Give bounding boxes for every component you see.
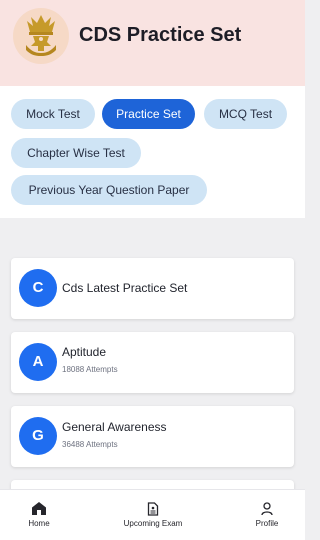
tab-practice-set[interactable]: Practice Set: [102, 99, 195, 129]
attempts-count: 36488 Attempts: [62, 440, 118, 449]
card-title: Cds Latest Practice Set: [62, 281, 188, 295]
nav-profile-label: Profile: [255, 519, 279, 528]
card-title: Aptitude: [62, 345, 107, 359]
bottom-navigation: Home Upcoming Exam Profile: [0, 489, 305, 540]
avatar: G: [19, 417, 57, 455]
attempts-count: 18088 Attempts: [62, 365, 118, 374]
nav-home-label: Home: [28, 519, 50, 528]
avatar: A: [19, 343, 57, 381]
nav-upcoming-exam-label: Upcoming Exam: [123, 519, 183, 528]
tab-mock-test[interactable]: Mock Test: [11, 99, 95, 129]
app-header: CDS Practice Set: [0, 0, 305, 86]
list-item[interactable]: G General Awareness 36488 Attempts: [11, 406, 294, 467]
army-emblem-icon: [13, 8, 69, 64]
nav-upcoming-exam[interactable]: Upcoming Exam: [110, 490, 196, 540]
page-title: CDS Practice Set: [79, 24, 242, 46]
avatar: C: [19, 269, 57, 307]
home-icon: [32, 502, 46, 520]
tab-previous-year-question-paper[interactable]: Previous Year Question Paper: [11, 175, 207, 205]
tab-chapter-wise-test[interactable]: Chapter Wise Test: [11, 138, 141, 168]
nav-home[interactable]: Home: [14, 490, 64, 540]
list-item[interactable]: A Aptitude 18088 Attempts: [11, 332, 294, 393]
list-item[interactable]: C Cds Latest Practice Set: [11, 258, 294, 319]
category-tabs: Mock Test Practice Set MCQ Test Chapter …: [0, 86, 305, 218]
nav-profile[interactable]: Profile: [242, 490, 292, 540]
tab-mcq-test[interactable]: MCQ Test: [204, 99, 287, 129]
card-title: General Awareness: [62, 420, 167, 434]
